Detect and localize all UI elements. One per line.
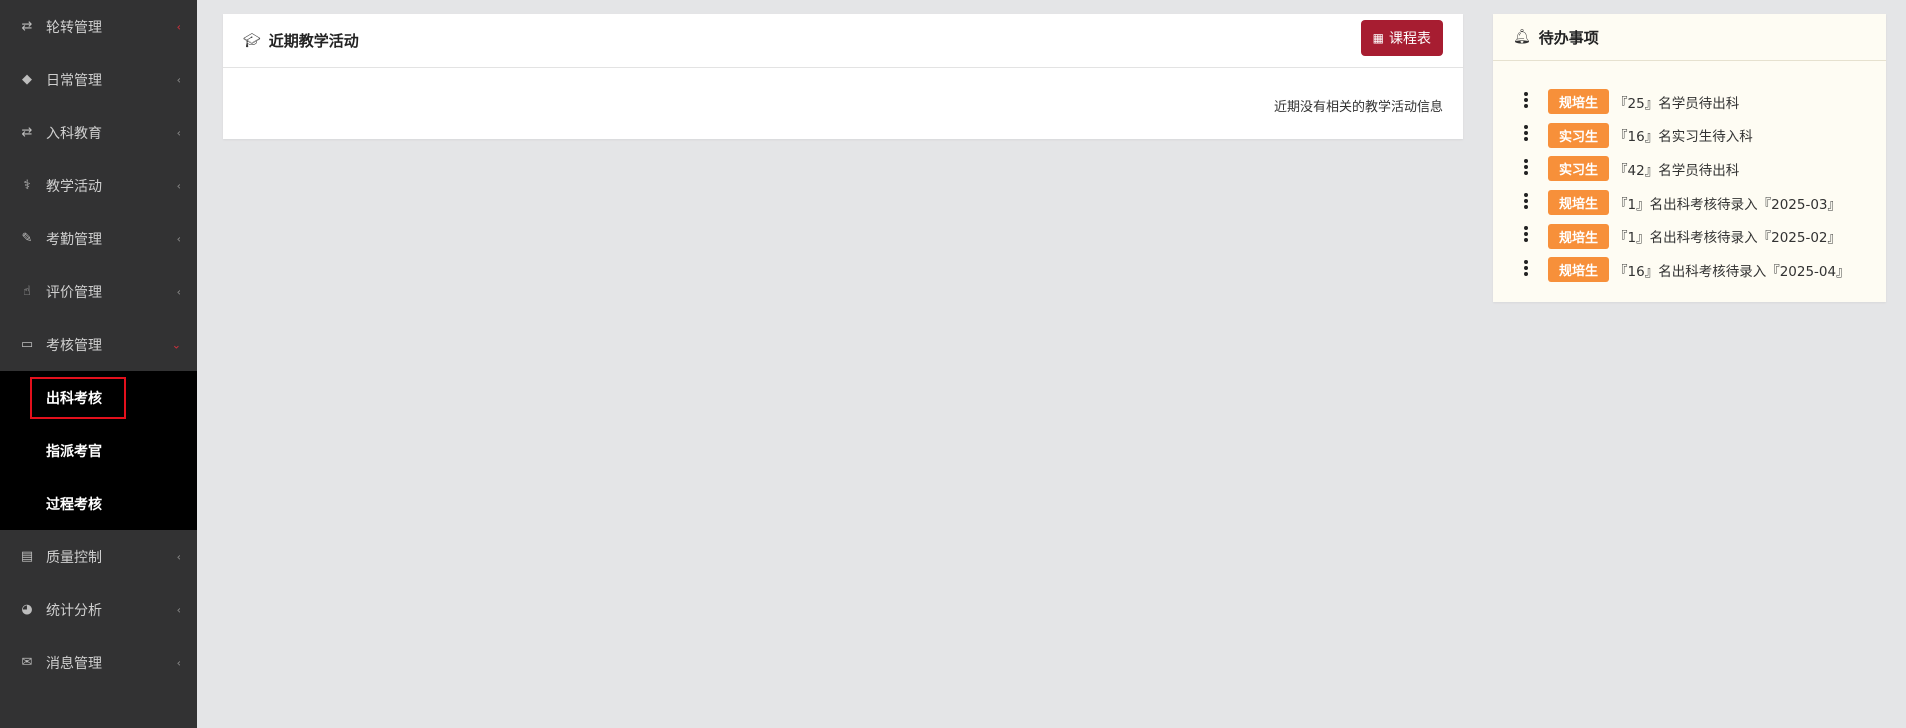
sidebar-item-daily[interactable]: ◆ 日常管理 ‹ <box>0 53 197 106</box>
status-badge: 实习生 <box>1548 122 1610 148</box>
sidebar-item-label: 入科教育 <box>46 125 102 142</box>
more-vertical-icon[interactable] <box>1523 226 1529 243</box>
sidebar-item-label: 考核管理 <box>46 337 102 354</box>
more-vertical-icon[interactable] <box>1523 158 1529 175</box>
submenu-item-assign-examiner[interactable]: 指派考官 <box>0 424 197 477</box>
submenu-item-label: 过程考核 <box>46 496 102 513</box>
chevron-left-icon: ‹ <box>176 285 181 298</box>
sidebar-item-assessment[interactable]: ▭ 考核管理 ⌄ <box>0 318 197 371</box>
submenu-item-process-assessment[interactable]: 过程考核 <box>0 477 197 530</box>
empty-message: 近期没有相关的教学活动信息 <box>1273 100 1443 115</box>
status-badge: 规培生 <box>1548 223 1610 249</box>
sidebar-item-orientation[interactable]: ⇄ 入科教育 ‹ <box>0 106 197 159</box>
schedule-button-label: 课程表 <box>1389 31 1431 47</box>
chevron-left-icon: ‹ <box>176 603 181 616</box>
teaching-activity-panel: 🎓︎ 近期教学活动 ▦ 课程表 近期没有相关的教学活动信息 <box>223 14 1463 139</box>
pie-chart-icon: ◕ <box>21 602 33 617</box>
brush-icon: ✎ <box>21 231 33 246</box>
status-badge: 实习生 <box>1548 156 1610 182</box>
todo-text[interactable]: 『42』名学员待出科 <box>1614 159 1739 179</box>
sidebar-item-teaching[interactable]: ⚕ 教学活动 ‹ <box>0 159 197 212</box>
todo-item[interactable]: 实习生 『16』名实习生待入科 <box>1493 119 1886 153</box>
rotate-icon: ⇄ <box>21 125 33 140</box>
panel-header: 🎓︎ 近期教学活动 ▦ 课程表 <box>223 14 1463 68</box>
more-vertical-icon[interactable] <box>1523 259 1529 276</box>
todo-title: 待办事项 <box>1538 28 1599 47</box>
sidebar-item-label: 质量控制 <box>46 549 102 566</box>
tag-icon: ◆ <box>22 72 32 87</box>
assessment-submenu: 出科考核 指派考官 过程考核 <box>0 371 197 530</box>
chevron-left-icon: ‹ <box>176 656 181 669</box>
sidebar-item-messages[interactable]: ✉ 消息管理 ‹ <box>0 636 197 689</box>
sidebar-item-label: 消息管理 <box>46 655 102 672</box>
sidebar-item-label: 轮转管理 <box>46 19 102 36</box>
todo-text[interactable]: 『16』名实习生待入科 <box>1614 125 1753 145</box>
submenu-item-exit-assessment[interactable]: 出科考核 <box>0 371 197 424</box>
submenu-item-label: 指派考官 <box>46 443 102 460</box>
status-badge: 规培生 <box>1548 257 1610 283</box>
sidebar-item-label: 统计分析 <box>46 602 102 619</box>
sidebar-item-label: 日常管理 <box>46 72 102 89</box>
sidebar-item-rotation[interactable]: ⇄ 轮转管理 ‹ <box>0 0 197 53</box>
todo-item[interactable]: 规培生 『1』名出科考核待录入『2025-03』 <box>1493 186 1886 220</box>
todo-text[interactable]: 『25』名学员待出科 <box>1614 92 1739 112</box>
submenu-item-label: 出科考核 <box>46 390 102 407</box>
chevron-left-icon: ‹ <box>176 550 181 563</box>
todo-header: 🔔︎ 待办事项 <box>1493 14 1886 61</box>
chevron-left-icon: ‹ <box>176 179 181 192</box>
todo-text[interactable]: 『1』名出科考核待录入『2025-03』 <box>1614 193 1841 213</box>
todo-item[interactable]: 规培生 『1』名出科考核待录入『2025-02』 <box>1493 219 1886 253</box>
todo-item[interactable]: 实习生 『42』名学员待出科 <box>1493 152 1886 186</box>
sidebar: ⇄ 轮转管理 ‹ ◆ 日常管理 ‹ ⇄ 入科教育 ‹ ⚕ 教学活动 ‹ ✎ 考勤… <box>0 0 197 728</box>
status-badge: 规培生 <box>1548 190 1610 216</box>
chevron-left-icon: ‹ <box>176 20 181 33</box>
graduation-cap-icon: 🎓︎ <box>243 32 261 49</box>
chevron-down-icon: ⌄ <box>171 338 181 351</box>
todo-item[interactable]: 规培生 『25』名学员待出科 <box>1493 85 1886 119</box>
bell-icon: 🔔︎ <box>1513 29 1531 45</box>
stethoscope-icon: ⚕ <box>23 178 31 193</box>
chevron-left-icon: ‹ <box>176 126 181 139</box>
sidebar-item-evaluation[interactable]: ☝ 评价管理 ‹ <box>0 265 197 318</box>
more-vertical-icon[interactable] <box>1523 192 1529 209</box>
desktop-icon: ▭ <box>20 337 34 352</box>
rotate-icon: ⇄ <box>21 19 33 34</box>
todo-text[interactable]: 『1』名出科考核待录入『2025-02』 <box>1614 226 1841 246</box>
chevron-left-icon: ‹ <box>176 232 181 245</box>
todo-item[interactable]: 规培生 『16』名出科考核待录入『2025-04』 <box>1493 253 1886 287</box>
sidebar-item-label: 考勤管理 <box>46 231 102 248</box>
todo-panel: 🔔︎ 待办事项 规培生 『25』名学员待出科 实习生 『16』名实习生待入科 实… <box>1493 14 1886 302</box>
newspaper-icon: ▤ <box>20 549 34 564</box>
more-vertical-icon[interactable] <box>1523 91 1529 108</box>
status-badge: 规培生 <box>1548 89 1610 115</box>
todo-text[interactable]: 『16』名出科考核待录入『2025-04』 <box>1614 260 1850 280</box>
panel-title: 近期教学活动 <box>268 32 359 50</box>
sidebar-item-quality[interactable]: ▤ 质量控制 ‹ <box>0 530 197 583</box>
comments-icon: ✉ <box>21 655 33 670</box>
todo-list: 规培生 『25』名学员待出科 实习生 『16』名实习生待入科 实习生 『42』名… <box>1493 61 1886 287</box>
sidebar-item-statistics[interactable]: ◕ 统计分析 ‹ <box>0 583 197 636</box>
chevron-left-icon: ‹ <box>176 73 181 86</box>
thumbs-up-icon: ☝ <box>23 284 31 299</box>
sidebar-item-label: 教学活动 <box>46 178 102 195</box>
sidebar-item-label: 评价管理 <box>46 284 102 301</box>
more-vertical-icon[interactable] <box>1523 125 1529 142</box>
sidebar-item-attendance[interactable]: ✎ 考勤管理 ‹ <box>0 212 197 265</box>
schedule-button[interactable]: ▦ 课程表 <box>1360 20 1443 56</box>
calendar-icon: ▦ <box>1372 31 1384 45</box>
